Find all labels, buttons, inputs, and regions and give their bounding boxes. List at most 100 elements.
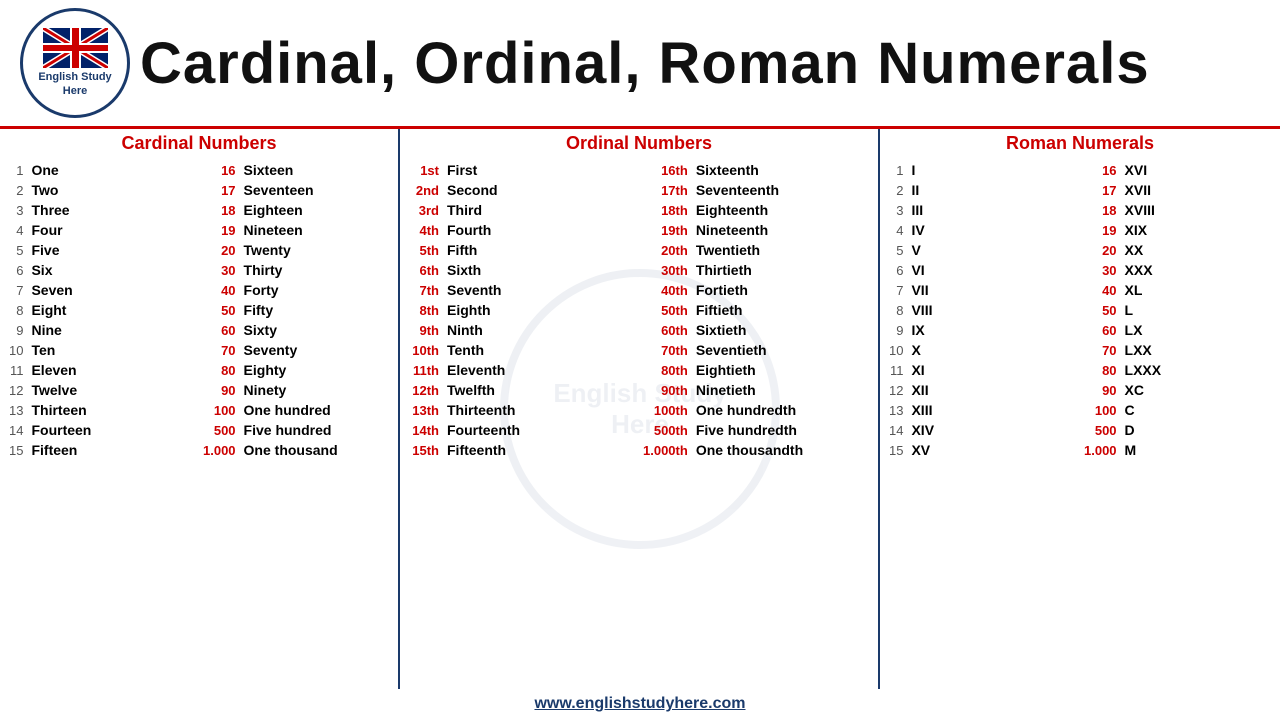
roman-row: 4IV <box>885 220 1080 240</box>
roman-title: Roman Numerals <box>885 129 1275 160</box>
ordinal-row: 2ndSecond <box>405 180 639 200</box>
ordinal-row: 6thSixth <box>405 260 639 280</box>
roman-row: 80LXXX <box>1080 360 1275 380</box>
roman-row: 90XC <box>1080 380 1275 400</box>
ordinal-row: 1.000thOne thousandth <box>639 440 873 460</box>
roman-row: 1I <box>885 160 1080 180</box>
roman-row: 70LXX <box>1080 340 1275 360</box>
ordinal-row: 5thFifth <box>405 240 639 260</box>
cardinal-row: 11Eleven <box>5 360 199 380</box>
cardinal-row: 4Four <box>5 220 199 240</box>
cardinal-section: Cardinal Numbers 1One2Two3Three4Four5Fiv… <box>0 129 400 689</box>
ordinal-row: 18thEighteenth <box>639 200 873 220</box>
cardinal-row: 50Fifty <box>199 300 393 320</box>
ordinal-row: 8thEighth <box>405 300 639 320</box>
ordinal-row: 14thFourteenth <box>405 420 639 440</box>
ordinal-row: 4thFourth <box>405 220 639 240</box>
roman-row: 6VI <box>885 260 1080 280</box>
cardinal-row: 70Seventy <box>199 340 393 360</box>
roman-row: 15XV <box>885 440 1080 460</box>
roman-row: 10X <box>885 340 1080 360</box>
ordinal-row: 90thNinetieth <box>639 380 873 400</box>
roman-row: 11XI <box>885 360 1080 380</box>
roman-row: 12XII <box>885 380 1080 400</box>
header: English Study Here Cardinal, Ordinal, Ro… <box>0 0 1280 129</box>
cardinal-row: 1One <box>5 160 199 180</box>
cardinal-row: 13Thirteen <box>5 400 199 420</box>
roman-row: 2II <box>885 180 1080 200</box>
page-title: Cardinal, Ordinal, Roman Numerals <box>140 30 1150 97</box>
cardinal-row: 17Seventeen <box>199 180 393 200</box>
roman-row: 5V <box>885 240 1080 260</box>
ordinal-row: 60thSixtieth <box>639 320 873 340</box>
cardinal-row: 40Forty <box>199 280 393 300</box>
ordinal-row: 19thNineteenth <box>639 220 873 240</box>
cardinal-row: 14Fourteen <box>5 420 199 440</box>
ordinal-row: 17thSeventeenth <box>639 180 873 200</box>
ordinal-row: 40thFortieth <box>639 280 873 300</box>
ordinal-row: 100thOne hundredth <box>639 400 873 420</box>
cardinal-row: 18Eighteen <box>199 200 393 220</box>
roman-row: 17XVII <box>1080 180 1275 200</box>
roman-row: 9IX <box>885 320 1080 340</box>
roman-row: 16XVI <box>1080 160 1275 180</box>
ordinal-row: 80thEightieth <box>639 360 873 380</box>
roman-row: 100C <box>1080 400 1275 420</box>
roman-section: Roman Numerals 1I2II3III4IV5V6VI7VII8VII… <box>880 129 1280 689</box>
roman-row: 1.000M <box>1080 440 1275 460</box>
roman-row: 7VII <box>885 280 1080 300</box>
cardinal-row: 12Twelve <box>5 380 199 400</box>
roman-row: 19XIX <box>1080 220 1275 240</box>
roman-row: 13XIII <box>885 400 1080 420</box>
cardinal-row: 6Six <box>5 260 199 280</box>
roman-row: 20XX <box>1080 240 1275 260</box>
roman-row: 500D <box>1080 420 1275 440</box>
roman-row: 14XIV <box>885 420 1080 440</box>
roman-row: 3III <box>885 200 1080 220</box>
cardinal-row: 20Twenty <box>199 240 393 260</box>
ordinal-row: 10thTenth <box>405 340 639 360</box>
cardinal-row: 2Two <box>5 180 199 200</box>
ordinal-row: 70thSeventieth <box>639 340 873 360</box>
cardinal-row: 90Ninety <box>199 380 393 400</box>
cardinal-row: 7Seven <box>5 280 199 300</box>
ordinal-row: 30thThirtieth <box>639 260 873 280</box>
ordinal-title: Ordinal Numbers <box>405 129 873 160</box>
footer-website[interactable]: www.englishstudyhere.com <box>0 693 1280 715</box>
cardinal-row: 1.000One thousand <box>199 440 393 460</box>
ordinal-row: 12thTwelfth <box>405 380 639 400</box>
cardinal-row: 16Sixteen <box>199 160 393 180</box>
roman-row: 30XXX <box>1080 260 1275 280</box>
roman-row: 50L <box>1080 300 1275 320</box>
roman-row: 60LX <box>1080 320 1275 340</box>
cardinal-row: 60Sixty <box>199 320 393 340</box>
cardinal-row: 100One hundred <box>199 400 393 420</box>
ordinal-row: 3rdThird <box>405 200 639 220</box>
cardinal-row: 500Five hundred <box>199 420 393 440</box>
ordinal-row: 500thFive hundredth <box>639 420 873 440</box>
roman-row: 40XL <box>1080 280 1275 300</box>
ordinal-row: 15thFifteenth <box>405 440 639 460</box>
ordinal-section: Ordinal Numbers 1stFirst2ndSecond3rdThir… <box>400 129 880 689</box>
cardinal-row: 30Thirty <box>199 260 393 280</box>
ordinal-row: 16thSixteenth <box>639 160 873 180</box>
roman-row: 8VIII <box>885 300 1080 320</box>
cardinal-row: 3Three <box>5 200 199 220</box>
ordinal-row: 1stFirst <box>405 160 639 180</box>
ordinal-row: 20thTwentieth <box>639 240 873 260</box>
ordinal-row: 50thFiftieth <box>639 300 873 320</box>
logo-text: English Study Here <box>38 71 111 97</box>
roman-row: 18XVIII <box>1080 200 1275 220</box>
ordinal-row: 11thEleventh <box>405 360 639 380</box>
ordinal-row: 9thNinth <box>405 320 639 340</box>
cardinal-row: 5Five <box>5 240 199 260</box>
cardinal-row: 80Eighty <box>199 360 393 380</box>
ordinal-row: 13thThirteenth <box>405 400 639 420</box>
cardinal-row: 10Ten <box>5 340 199 360</box>
cardinal-title: Cardinal Numbers <box>5 129 393 160</box>
cardinal-row: 9Nine <box>5 320 199 340</box>
cardinal-row: 8Eight <box>5 300 199 320</box>
ordinal-row: 7thSeventh <box>405 280 639 300</box>
logo-flag <box>43 28 108 68</box>
cardinal-row: 19Nineteen <box>199 220 393 240</box>
